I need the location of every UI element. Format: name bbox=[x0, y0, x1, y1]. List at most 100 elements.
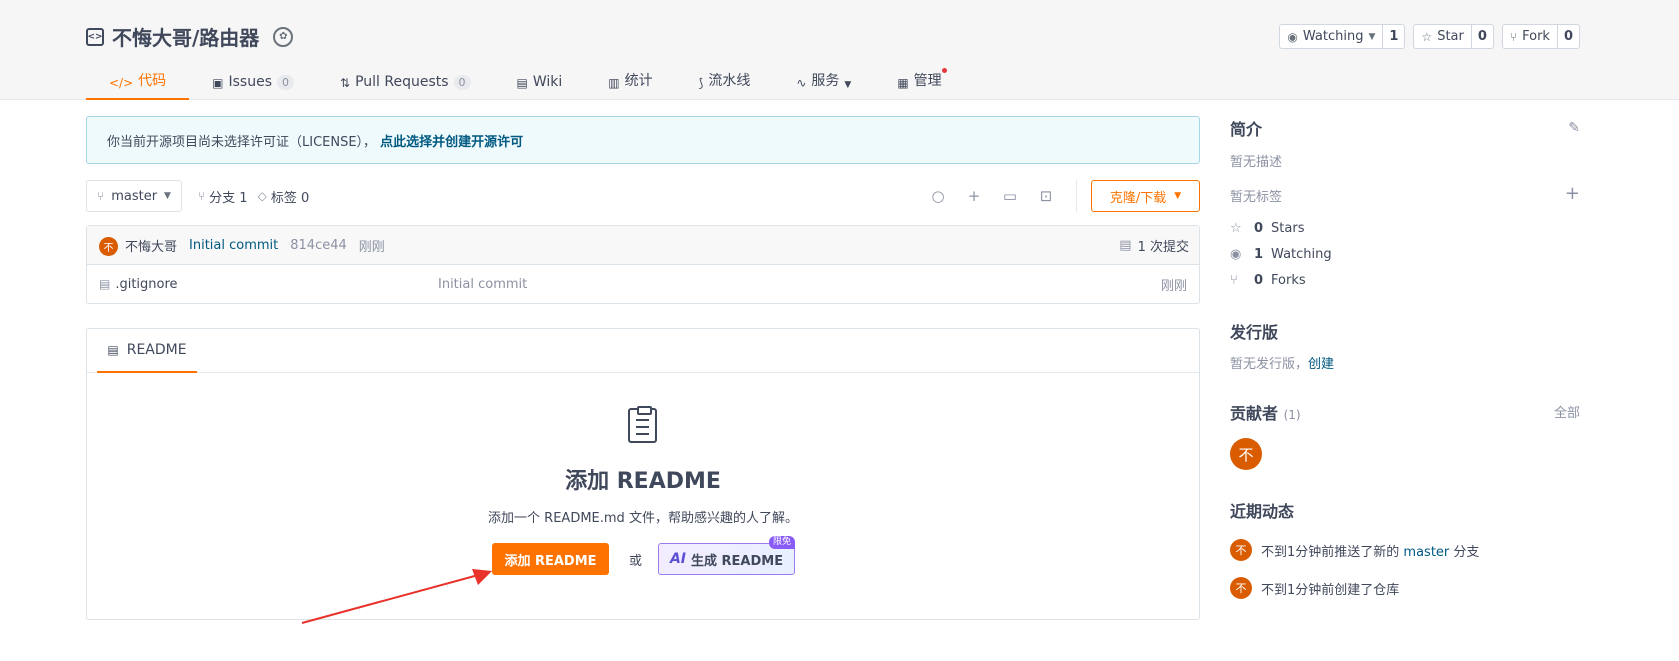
tab-stats[interactable]: ▥ 统计 bbox=[585, 64, 675, 100]
branch-select[interactable]: ⑂ master ▼ bbox=[86, 180, 182, 212]
forks-label: Forks bbox=[1271, 272, 1306, 288]
readme-panel: ▤ README 添加 README 添加一个 README.md 文件，帮助感… bbox=[86, 328, 1200, 620]
tag-icon: ◇ bbox=[257, 189, 267, 203]
contributors-label: 贡献者 bbox=[1230, 404, 1279, 423]
document-icon: ▤ bbox=[1119, 238, 1132, 253]
tab-wiki[interactable]: ▤ Wiki bbox=[494, 64, 586, 100]
commit-count-link[interactable]: ▤ 1 次提交 bbox=[1119, 226, 1189, 265]
table-row[interactable]: ▤ .gitignore Initial commit 刚刚 bbox=[87, 265, 1199, 303]
commit-time: 刚刚 bbox=[358, 239, 385, 255]
readme-empty-state: 添加 README 添加一个 README.md 文件，帮助感兴趣的人了解。 添… bbox=[87, 373, 1199, 619]
branch-link[interactable]: master bbox=[1403, 545, 1449, 560]
intro-title: 简介 bbox=[1230, 120, 1263, 139]
activity-title: 近期动态 bbox=[1230, 502, 1295, 521]
repo-actions: ◉ Watching ▼ 1 ☆ Star 0 ⑂ Fork 0 bbox=[1279, 24, 1580, 49]
commit-sha[interactable]: 814ce44 bbox=[290, 238, 347, 253]
notification-dot bbox=[941, 68, 947, 73]
monitor-icon[interactable]: ▭ bbox=[992, 187, 1028, 205]
eye-icon: ◉ bbox=[1230, 246, 1242, 262]
tab-readme[interactable]: ▤ README bbox=[97, 329, 197, 373]
watch-count[interactable]: 1 bbox=[1383, 25, 1404, 48]
star-count[interactable]: 0 bbox=[1472, 25, 1493, 48]
list-item: 不 不到1分钟前推送了新的 master 分支 bbox=[1230, 538, 1580, 562]
tab-label: 代码 bbox=[138, 73, 167, 89]
code-icon: </> bbox=[109, 76, 134, 90]
contributors-title: 贡献者 (1) bbox=[1230, 400, 1580, 424]
tab-services[interactable]: ∿ 服务 ▼ bbox=[773, 64, 874, 100]
clone-download-button[interactable]: 克隆/下载 ▼ bbox=[1091, 180, 1200, 212]
tab-label: 统计 bbox=[624, 73, 653, 89]
star-button[interactable]: ☆ Star 0 bbox=[1413, 24, 1494, 49]
fork-count[interactable]: 0 bbox=[1558, 25, 1579, 48]
forks-count: 0 bbox=[1254, 272, 1264, 288]
fork-icon: ⑂ bbox=[1509, 29, 1518, 44]
watching-label: Watching bbox=[1271, 246, 1332, 262]
tab-pull-requests[interactable]: ⇅ Pull Requests 0 bbox=[317, 64, 494, 100]
pulse-icon: ∿ bbox=[796, 76, 807, 90]
stars-stat[interactable]: ☆ 0 Stars bbox=[1230, 215, 1580, 241]
commit-message[interactable]: Initial commit bbox=[189, 238, 278, 253]
search-icon[interactable]: ○ bbox=[920, 187, 956, 205]
clipboard-icon bbox=[628, 406, 657, 443]
tab-label: Pull Requests bbox=[355, 74, 449, 90]
watching-count: 1 bbox=[1254, 246, 1264, 262]
tab-code[interactable]: </> 代码 bbox=[86, 64, 190, 100]
tab-issues[interactable]: ▣ Issues 0 bbox=[189, 64, 317, 100]
star-label: Star bbox=[1437, 29, 1464, 44]
tab-count: 0 bbox=[277, 75, 294, 90]
activity-suffix: 分支 bbox=[1453, 544, 1480, 560]
web-ide-icon[interactable]: ⊡ bbox=[1028, 187, 1064, 205]
no-release-text: 暂无发行版， bbox=[1230, 357, 1309, 372]
chevron-down-icon: ▼ bbox=[844, 80, 852, 90]
stars-count: 0 bbox=[1254, 220, 1264, 236]
tab-pipeline[interactable]: ⟆ 流水线 bbox=[676, 64, 774, 100]
edit-icon[interactable]: ✎ bbox=[1568, 120, 1580, 136]
all-contributors-link[interactable]: 全部 bbox=[1554, 402, 1580, 421]
avatar[interactable]: 不 bbox=[1230, 577, 1252, 599]
add-readme-button[interactable]: 添加 README bbox=[492, 543, 609, 575]
code-repo-icon: <> bbox=[86, 27, 104, 46]
book-icon: ▤ bbox=[516, 76, 528, 90]
repo-sidebar: 简介 ✎ 暂无描述 暂无标签 + ☆ 0 Stars ◉ 1 Watching ⑂ 0 Fo… bbox=[1230, 116, 1580, 600]
ai-icon: AI bbox=[669, 551, 686, 567]
tags-label: 标签 0 bbox=[270, 190, 310, 206]
tab-count: 0 bbox=[453, 75, 471, 90]
certificate-icon[interactable]: ✿ bbox=[273, 26, 294, 47]
annotation-arrow bbox=[301, 569, 492, 624]
forks-stat[interactable]: ⑂ 0 Forks bbox=[1230, 267, 1580, 293]
branch-icon: ⑂ bbox=[97, 189, 105, 203]
repo-name[interactable]: 不悔大哥/路由器 bbox=[112, 22, 259, 51]
pipeline-icon: ⟆ bbox=[698, 76, 704, 90]
plus-icon[interactable]: + bbox=[956, 187, 992, 205]
main-content: 你当前开源项目尚未选择许可证（LICENSE）， 点此选择并创建开源许可 ⑂ m… bbox=[86, 116, 1200, 620]
create-release-link[interactable]: 创建 bbox=[1308, 357, 1334, 372]
releases-info: 暂无发行版，创建 bbox=[1230, 353, 1580, 372]
file-commit-message[interactable]: Initial commit bbox=[438, 277, 527, 292]
commit-author[interactable]: 不悔大哥 bbox=[125, 236, 177, 255]
tab-label: Wiki bbox=[532, 74, 563, 90]
file-name[interactable]: .gitignore bbox=[115, 277, 177, 292]
readme-title: 添加 README bbox=[565, 469, 721, 494]
avatar[interactable]: 不 bbox=[1230, 438, 1262, 470]
watch-label: Watching bbox=[1302, 29, 1364, 44]
avatar[interactable]: 不 bbox=[1230, 539, 1252, 561]
list-item: 不 不到1分钟前创建了仓库 bbox=[1230, 576, 1580, 600]
fork-button[interactable]: ⑂ Fork 0 bbox=[1501, 24, 1580, 49]
readme-tab-label: README bbox=[126, 342, 187, 358]
watching-stat[interactable]: ◉ 1 Watching bbox=[1230, 241, 1580, 267]
toolbar-right: ○ + ▭ ⊡ 克隆/下载 ▼ bbox=[920, 180, 1200, 212]
add-tag-icon[interactable]: + bbox=[1565, 183, 1580, 204]
avatar[interactable]: 不 bbox=[99, 237, 118, 256]
ai-generate-readme-button[interactable]: AI 生成 README 限免 bbox=[658, 536, 796, 575]
license-create-link[interactable]: 点此选择并创建开源许可 bbox=[380, 131, 523, 150]
tags-link[interactable]: ◇ 标签 0 bbox=[258, 187, 310, 206]
readme-description: 添加一个 README.md 文件，帮助感兴趣的人了解。 bbox=[488, 511, 798, 526]
chevron-down-icon: ▼ bbox=[1368, 31, 1376, 42]
watch-button[interactable]: ◉ Watching ▼ 1 bbox=[1279, 24, 1406, 49]
branches-link[interactable]: ⑂ 分支 1 bbox=[198, 187, 248, 206]
chevron-down-icon: ▼ bbox=[164, 191, 171, 201]
branches-label: 分支 1 bbox=[209, 190, 248, 206]
tab-manage[interactable]: ▦ 管理 bbox=[874, 64, 964, 100]
license-text: 你当前开源项目尚未选择许可证（LICENSE）， bbox=[107, 134, 377, 150]
branch-icon: ⑂ bbox=[197, 189, 206, 203]
